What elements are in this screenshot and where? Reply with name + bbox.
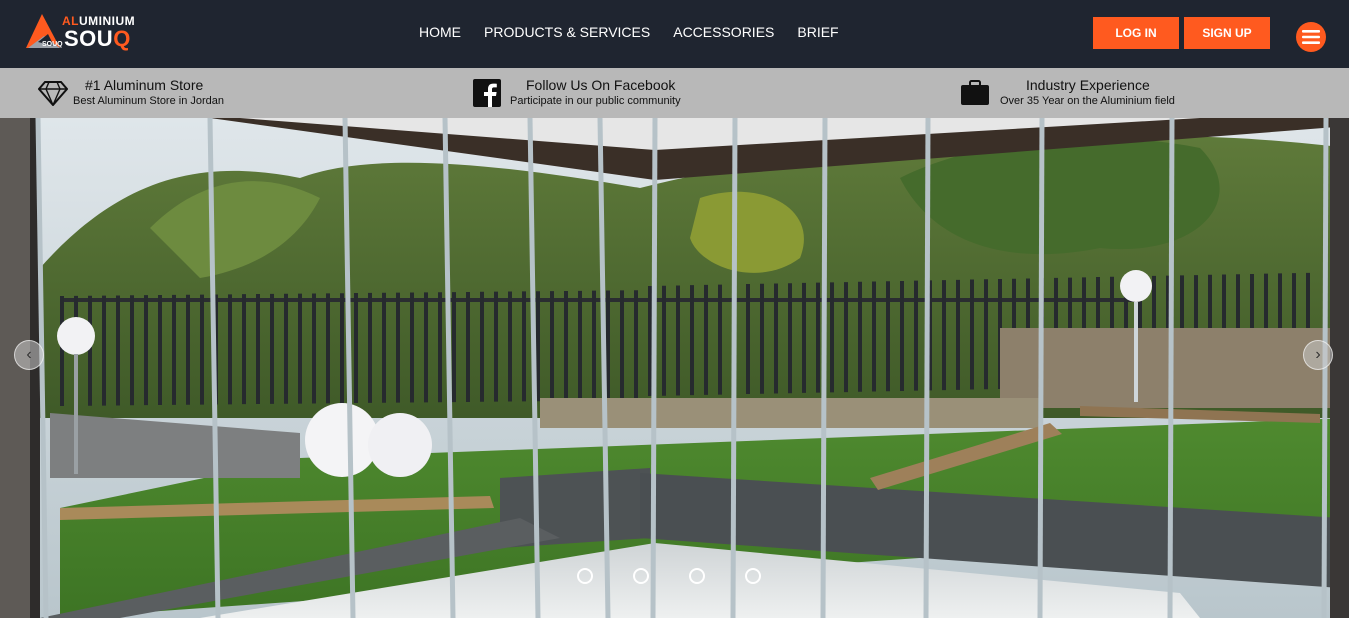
feature-subtitle: Best Aluminum Store in Jordan bbox=[73, 95, 225, 107]
nav-home[interactable]: HOME bbox=[419, 24, 461, 40]
logo-small-text: SOUQ bbox=[42, 41, 63, 48]
hero-slide-image bbox=[0, 118, 1349, 618]
hamburger-icon bbox=[1302, 30, 1320, 44]
menu-button[interactable] bbox=[1296, 22, 1326, 52]
briefcase-icon bbox=[960, 78, 990, 108]
slider-prev-button[interactable]: ‹ bbox=[14, 340, 44, 370]
top-navbar: ALUMINIUM SOUQ SOUQ HOME PRODUCTS & SERV… bbox=[0, 0, 1349, 68]
feature-subtitle: Over 35 Year on the Aluminium field bbox=[1000, 95, 1175, 107]
main-nav: HOME PRODUCTS & SERVICES ACCESSORIES BRI… bbox=[419, 24, 862, 40]
features-strip: #1 Aluminum Store Best Aluminum Store in… bbox=[0, 68, 1349, 118]
slider-dot[interactable] bbox=[745, 568, 761, 584]
nav-accessories[interactable]: ACCESSORIES bbox=[673, 24, 774, 40]
feature-subtitle: Participate in our public community bbox=[510, 95, 681, 107]
facebook-icon[interactable] bbox=[472, 78, 502, 108]
signup-button[interactable]: SIGN UP bbox=[1184, 17, 1270, 49]
nav-brief[interactable]: BRIEF bbox=[797, 24, 838, 40]
feature-title: Follow Us On Facebook bbox=[526, 77, 676, 93]
slider-next-button[interactable]: › bbox=[1303, 340, 1333, 370]
slider-dots bbox=[577, 568, 801, 584]
feature-title: #1 Aluminum Store bbox=[85, 77, 204, 93]
slider-dot[interactable] bbox=[689, 568, 705, 584]
chevron-right-icon: › bbox=[1315, 346, 1321, 363]
slider-dot[interactable] bbox=[577, 568, 593, 584]
nav-products-services[interactable]: PRODUCTS & SERVICES bbox=[484, 24, 650, 40]
login-button[interactable]: LOG IN bbox=[1093, 17, 1179, 49]
chevron-left-icon: ‹ bbox=[26, 346, 32, 363]
diamond-icon bbox=[38, 78, 68, 108]
hero-slider[interactable]: ‹ › bbox=[0, 118, 1349, 618]
brand-logo[interactable]: ALUMINIUM SOUQ SOUQ bbox=[24, 12, 144, 56]
logo-wordmark-big: SOUQ bbox=[64, 26, 131, 51]
slider-dot[interactable] bbox=[633, 568, 649, 584]
feature-title: Industry Experience bbox=[1026, 77, 1150, 93]
